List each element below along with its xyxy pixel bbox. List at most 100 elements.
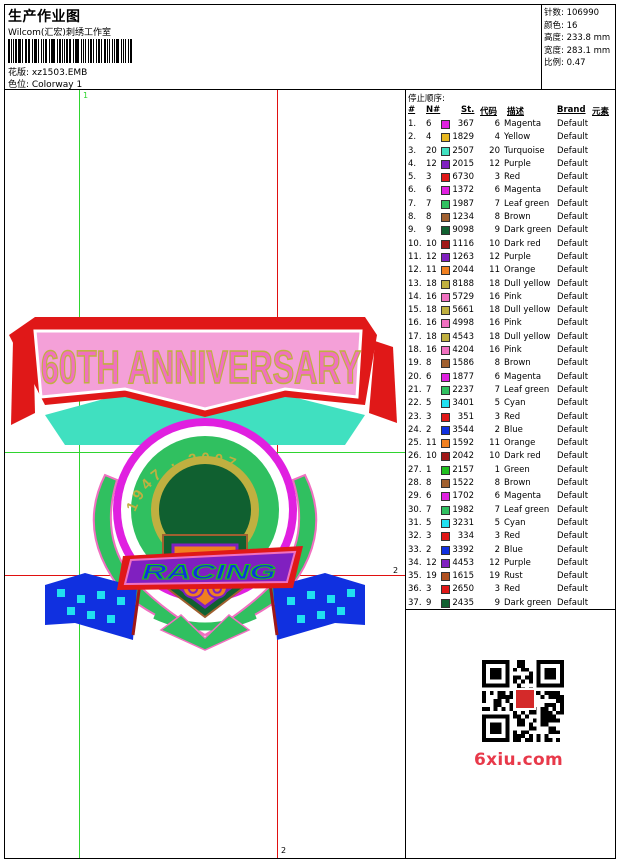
qr-module bbox=[552, 671, 557, 676]
qr-module bbox=[505, 695, 510, 700]
thread-brand: Default bbox=[557, 238, 589, 249]
qr-module bbox=[517, 722, 522, 727]
qr-module bbox=[540, 695, 545, 700]
barcode-bar bbox=[43, 39, 44, 63]
sequence-row: 13. 18 8188 18 Dull yellow Default bbox=[406, 278, 615, 291]
qr-module bbox=[548, 667, 553, 672]
sequence-row: 2. 4 1829 4 Yellow Default bbox=[406, 131, 615, 144]
qr-module bbox=[560, 706, 564, 711]
sequence-row: 24. 2 3544 2 Blue Default bbox=[406, 424, 615, 437]
sequence-row: 37. 9 2435 9 Dark green Default bbox=[406, 597, 615, 610]
sequence-index: 1. bbox=[408, 119, 417, 129]
qr-module bbox=[497, 738, 502, 742]
qr-module bbox=[501, 691, 506, 696]
stitch-count: 3544 bbox=[452, 424, 474, 435]
color-code: 20 bbox=[489, 145, 500, 156]
qr-module bbox=[540, 706, 545, 711]
sequence-row: 36. 3 2650 3 Red Default bbox=[406, 583, 615, 596]
qr-module bbox=[505, 660, 510, 664]
qr-module bbox=[544, 702, 549, 707]
sequence-index: 37. bbox=[408, 597, 422, 608]
color-description: Dull yellow bbox=[504, 331, 551, 342]
color-description: Brown bbox=[504, 478, 531, 489]
qr-module bbox=[556, 699, 561, 703]
barcode-bar bbox=[128, 39, 130, 63]
sequence-row: 17. 18 4543 18 Dull yellow Default bbox=[406, 331, 615, 344]
color-description: Dark green bbox=[504, 597, 552, 608]
needle-number: 11 bbox=[426, 438, 437, 449]
color-code: 5 bbox=[494, 398, 500, 409]
barcode-bar bbox=[84, 39, 87, 63]
qr-module bbox=[544, 675, 549, 680]
color-code: 7 bbox=[494, 504, 500, 515]
qr-module bbox=[532, 710, 537, 715]
color-code: 9 bbox=[494, 597, 500, 608]
color-description: Magenta bbox=[504, 185, 542, 196]
sequence-index: 20. bbox=[408, 371, 422, 382]
sequence-index: 9. bbox=[408, 225, 417, 236]
color-code: 18 bbox=[489, 331, 500, 342]
needle-number: 3 bbox=[426, 411, 432, 422]
watermark-panel: 6xiu.com bbox=[406, 610, 615, 858]
sequence-row: 8. 8 1234 8 Brown Default bbox=[406, 211, 615, 224]
qr-module bbox=[556, 683, 561, 688]
color-swatch bbox=[441, 213, 450, 223]
needle-number: 18 bbox=[426, 305, 437, 316]
stitch-count: 2507 bbox=[452, 145, 474, 156]
sequence-index: 6. bbox=[408, 185, 417, 196]
barcode-bar bbox=[32, 39, 33, 63]
color-swatch bbox=[441, 332, 450, 342]
qr-module bbox=[497, 702, 502, 707]
sequence-index: 33. bbox=[408, 544, 422, 555]
qr-module bbox=[485, 683, 490, 688]
sequence-index: 34. bbox=[408, 557, 422, 568]
barcode-bar bbox=[82, 39, 84, 63]
qr-module bbox=[548, 726, 553, 731]
needle-number: 7 bbox=[426, 198, 432, 209]
qr-module bbox=[521, 660, 525, 664]
needle-number: 7 bbox=[426, 504, 432, 515]
qr-module bbox=[552, 667, 557, 672]
col-header-stitches: St. bbox=[461, 105, 475, 115]
barcode-bar bbox=[122, 39, 124, 63]
needle-number: 7 bbox=[426, 384, 432, 395]
barcode-bar bbox=[26, 39, 28, 63]
needle-number: 1 bbox=[426, 464, 432, 475]
qr-module bbox=[536, 671, 541, 676]
color-swatch bbox=[441, 133, 450, 143]
qr-module bbox=[485, 706, 490, 711]
qr-module bbox=[497, 683, 502, 688]
sequence-row: 21. 7 2237 7 Leaf green Default bbox=[406, 384, 615, 397]
color-code: 16 bbox=[489, 291, 500, 302]
color-swatch bbox=[441, 452, 450, 462]
qr-module bbox=[540, 722, 545, 727]
qr-module bbox=[528, 675, 533, 680]
qr-module bbox=[536, 679, 541, 684]
sequence-index: 12. bbox=[408, 265, 422, 276]
thread-brand: Default bbox=[557, 411, 589, 422]
qr-module bbox=[505, 663, 510, 668]
qr-module bbox=[513, 667, 518, 672]
color-swatch bbox=[441, 572, 450, 582]
barcode-bar bbox=[101, 39, 103, 63]
qr-module bbox=[556, 660, 561, 664]
qr-module bbox=[482, 667, 486, 672]
needle-number: 3 bbox=[426, 172, 432, 183]
sequence-index: 35. bbox=[408, 571, 422, 582]
barcode-bar bbox=[106, 39, 108, 63]
qr-module bbox=[497, 671, 502, 676]
color-description: Dull yellow bbox=[504, 278, 551, 289]
color-swatch bbox=[441, 439, 450, 449]
qr-module bbox=[544, 714, 549, 719]
color-swatch bbox=[441, 226, 450, 236]
color-swatch bbox=[441, 359, 450, 369]
qr-module bbox=[524, 675, 529, 680]
qr-module bbox=[489, 660, 494, 664]
qr-module bbox=[482, 722, 486, 727]
needle-number: 5 bbox=[426, 398, 432, 409]
needle-number: 2 bbox=[426, 544, 432, 555]
stitch-count: 4998 bbox=[452, 318, 474, 329]
barcode-bar bbox=[66, 39, 68, 63]
sequence-row: 12. 11 2044 11 Orange Default bbox=[406, 264, 615, 277]
qr-module bbox=[552, 683, 557, 688]
